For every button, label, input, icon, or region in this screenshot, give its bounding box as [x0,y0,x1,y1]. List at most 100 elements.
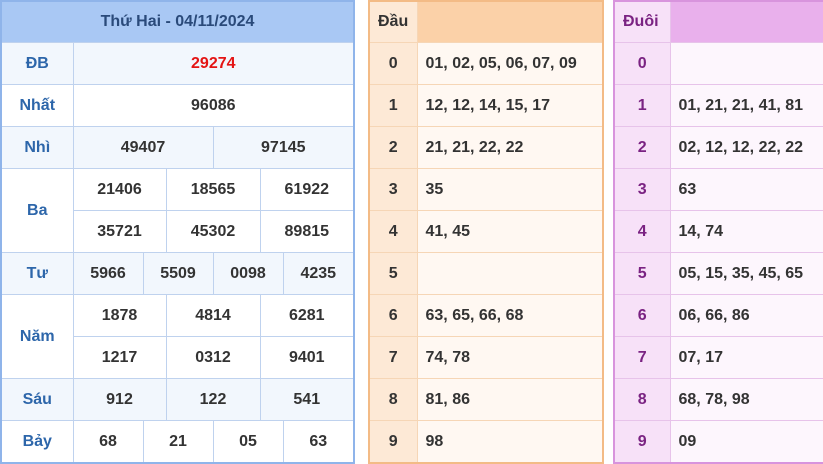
prize-label: Nhì [0,126,74,169]
prize-number: 49407 [72,126,214,169]
digit-values: 63 [669,168,823,211]
digit-label: 5 [368,252,418,295]
head-digit-row: 2 21, 21, 22, 22 [368,126,604,169]
prize-label: Sáu [0,378,74,421]
prize-number: 4814 [165,294,261,337]
prize-number: 61922 [259,168,355,211]
digit-label: 7 [368,336,418,379]
prize-number: 0098 [212,252,284,295]
prize-label: Bảy [0,420,74,464]
digit-label: 6 [368,294,418,337]
digit-values [669,42,823,85]
tail-digit-row: 0 [613,42,823,85]
digit-values: 98 [416,420,604,464]
prize-number: 18565 [165,168,261,211]
digit-values: 68, 78, 98 [669,378,823,421]
prize-number: 97145 [212,126,355,169]
tail-digit-row: 4 14, 74 [613,210,823,253]
prize-label: ĐB [0,42,74,85]
digit-label: 8 [613,378,671,421]
digit-label: 0 [368,42,418,85]
prize-number: 68 [72,420,144,464]
prize-number: 21406 [72,168,167,211]
digit-values: 06, 66, 86 [669,294,823,337]
prize-number: 45302 [165,210,261,253]
digit-values: 14, 74 [669,210,823,253]
digit-label: 6 [613,294,671,337]
prize-number: 4235 [282,252,355,295]
head-digit-row: 0 01, 02, 05, 06, 07, 09 [368,42,604,85]
head-digit-row: 9 98 [368,420,604,464]
tail-digit-row: 9 09 [613,420,823,464]
prize-label: Tư [0,252,74,295]
prize-number: 1878 [72,294,167,337]
tail-digit-header-blank [669,0,823,43]
digit-values: 35 [416,168,604,211]
prize-number: 63 [282,420,355,464]
prize-row-sixth: Sáu 912 122 541 [0,378,355,421]
prize-row-seventh: Bảy 68 21 05 63 [0,420,355,464]
prize-number: 5966 [72,252,144,295]
digit-values: 12, 12, 14, 15, 17 [416,84,604,127]
tail-digit-row: 3 63 [613,168,823,211]
digit-values: 02, 12, 12, 22, 22 [669,126,823,169]
prize-row-fifth-a: Năm 1878 4814 6281 [0,294,355,379]
digit-values: 05, 15, 35, 45, 65 [669,252,823,295]
prize-number: 1217 [72,336,167,379]
tail-digit-row: 2 02, 12, 12, 22, 22 [613,126,823,169]
head-digit-row: 3 35 [368,168,604,211]
prize-number: 912 [72,378,167,421]
tail-digit-table: Đuôi 0 1 01, 21, 21, 41, 81 2 02, 12, 12, … [613,0,823,464]
prize-number: 96086 [72,84,355,127]
digit-label: 4 [368,210,418,253]
prize-number: 5509 [142,252,214,295]
prize-number: 122 [165,378,261,421]
digit-label: 2 [368,126,418,169]
digit-values: 01, 02, 05, 06, 07, 09 [416,42,604,85]
digit-label: 2 [613,126,671,169]
digit-values: 01, 21, 21, 41, 81 [669,84,823,127]
head-digit-header-blank [416,0,604,43]
tail-digit-row: 6 06, 66, 86 [613,294,823,337]
prize-row-special: ĐB 29274 [0,42,355,85]
digit-values: 74, 78 [416,336,604,379]
prize-number: 0312 [165,336,261,379]
digit-label: 7 [613,336,671,379]
digit-values: 81, 86 [416,378,604,421]
results-date-title: Thứ Hai - 04/11/2024 [0,0,355,43]
prize-label: Năm [0,294,74,379]
tail-digit-header: Đuôi [613,0,671,43]
digit-label: 5 [613,252,671,295]
head-digit-table: Đầu 0 01, 02, 05, 06, 07, 09 1 12, 12, 14,… [368,0,604,464]
digit-values: 63, 65, 66, 68 [416,294,604,337]
head-digit-row: 4 41, 45 [368,210,604,253]
prize-number: 6281 [259,294,355,337]
tail-digit-row: 8 68, 78, 98 [613,378,823,421]
digit-values: 09 [669,420,823,464]
digit-label: 9 [368,420,418,464]
digit-label: 1 [368,84,418,127]
digit-label: 4 [613,210,671,253]
head-digit-row: 5 [368,252,604,295]
head-digit-row: 7 74, 78 [368,336,604,379]
special-prize-number: 29274 [72,42,355,85]
prize-number: 05 [212,420,284,464]
digit-label: 1 [613,84,671,127]
prize-row-third-a: Ba 21406 18565 61922 [0,168,355,253]
lottery-results-page: Thứ Hai - 04/11/2024 ĐB 29274 Nhất 96086… [0,0,823,464]
digit-values [416,252,604,295]
digit-label: 3 [613,168,671,211]
prize-row-fourth: Tư 5966 5509 0098 4235 [0,252,355,295]
digit-label: 0 [613,42,671,85]
tail-digit-row: 1 01, 21, 21, 41, 81 [613,84,823,127]
prize-number: 9401 [259,336,355,379]
head-digit-row: 1 12, 12, 14, 15, 17 [368,84,604,127]
prize-number: 89815 [259,210,355,253]
head-digit-header: Đầu [368,0,418,43]
digit-values: 21, 21, 22, 22 [416,126,604,169]
prize-number: 541 [259,378,355,421]
prize-label: Ba [0,168,74,253]
prize-row-second: Nhì 49407 97145 [0,126,355,169]
digit-label: 9 [613,420,671,464]
prize-number: 21 [142,420,214,464]
